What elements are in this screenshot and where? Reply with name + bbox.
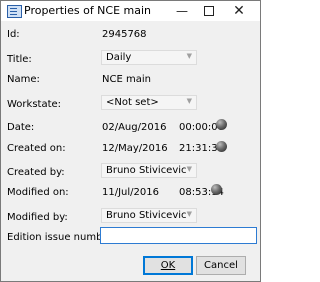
created-by-label: Created by: xyxy=(7,167,65,178)
modified-on-label: Modified on: xyxy=(7,187,69,198)
date-value: 02/Aug/2016 xyxy=(102,122,167,133)
name-value: NCE main xyxy=(102,74,151,85)
modified-on-value: 11/Jul/2016 xyxy=(102,187,159,198)
created-by-combobox-value: Bruno Stivicevic xyxy=(106,165,187,176)
title-combobox-value: Daily xyxy=(106,52,132,63)
cancel-button-label: Cancel xyxy=(204,260,238,271)
properties-dialog: Properties of NCE main — ✕ Id: 2945768 T… xyxy=(0,0,261,282)
id-value: 2945768 xyxy=(102,29,147,40)
chevron-down-icon: ▼ xyxy=(186,210,192,218)
name-label: Name: xyxy=(7,74,40,85)
title-bar: Properties of NCE main — ✕ xyxy=(1,1,260,21)
app-window-icon xyxy=(7,5,22,18)
modified-by-label: Modified by: xyxy=(7,212,68,223)
date-label: Date: xyxy=(7,122,35,133)
chevron-down-icon: ▼ xyxy=(186,97,192,105)
ok-button[interactable]: OK xyxy=(143,256,193,275)
minimize-icon[interactable]: — xyxy=(170,1,194,21)
close-icon[interactable]: ✕ xyxy=(227,1,251,21)
maximize-icon[interactable] xyxy=(197,1,221,21)
window-title: Properties of NCE main xyxy=(24,4,152,17)
created-by-combobox[interactable]: Bruno Stivicevic ▼ xyxy=(101,163,197,178)
cancel-button[interactable]: Cancel xyxy=(196,256,246,275)
created-on-value: 12/May/2016 xyxy=(102,143,168,154)
chevron-down-icon: ▼ xyxy=(186,165,192,173)
modified-on-picker-icon[interactable] xyxy=(211,184,222,195)
modified-by-combobox-value: Bruno Stivicevic xyxy=(106,210,187,221)
id-label: Id: xyxy=(7,29,20,40)
workstate-combobox[interactable]: <Not set> ▼ xyxy=(101,95,197,110)
created-on-label: Created on: xyxy=(7,143,66,154)
chevron-down-icon: ▼ xyxy=(186,52,192,60)
created-on-picker-icon[interactable] xyxy=(216,141,227,152)
title-label: Title: xyxy=(7,54,32,65)
title-combobox[interactable]: Daily ▼ xyxy=(101,50,197,65)
date-picker-icon[interactable] xyxy=(216,119,227,130)
modified-by-combobox[interactable]: Bruno Stivicevic ▼ xyxy=(101,208,197,223)
workstate-combobox-value: <Not set> xyxy=(106,97,159,108)
ok-button-label: OK xyxy=(160,260,176,271)
edition-issue-number-input[interactable] xyxy=(100,227,257,244)
workstate-label: Workstate: xyxy=(7,99,62,110)
